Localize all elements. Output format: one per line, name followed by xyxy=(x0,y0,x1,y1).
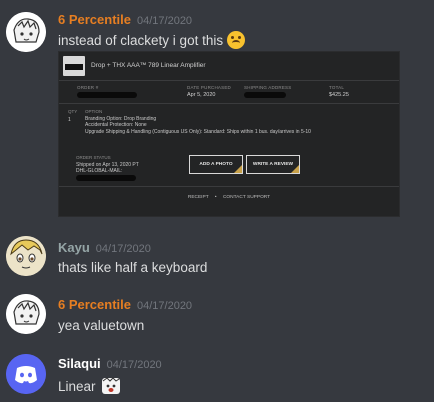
date-value: Apr 5, 2020 xyxy=(187,92,216,98)
total-col: TOTAL $425.25 xyxy=(329,85,349,98)
order-number-col: ORDER # xyxy=(77,85,137,100)
username[interactable]: 6 Percentile 04/17/2020 xyxy=(58,12,192,27)
option-col: OPTION Branding Option: Drop Branding Ac… xyxy=(85,109,311,135)
qty-value: 1 xyxy=(68,117,71,123)
date-label: DATE PURCHASED xyxy=(187,85,231,90)
timestamp: 04/17/2020 xyxy=(95,243,151,255)
footer-separator: • xyxy=(214,195,217,200)
order-header: Drop + THX AAA™ 789 Linear Amplifier xyxy=(59,52,399,81)
timestamp: 04/17/2020 xyxy=(137,300,193,312)
date-col: DATE PURCHASED Apr 5, 2020 xyxy=(187,85,231,98)
redacted-address xyxy=(244,92,286,98)
shipping-label: SHIPPING ADDRESS xyxy=(244,85,292,90)
message-3: 6 Percentile 04/17/2020 yea valuetown xyxy=(0,293,434,345)
add-photo-button[interactable]: ADD A PHOTO xyxy=(189,155,243,174)
message-text-content: Linear xyxy=(58,379,96,394)
total-value: $425.25 xyxy=(329,92,349,98)
order-footer: RECEIPT • CONTACT SUPPORT xyxy=(59,195,399,200)
anime-face-avatar[interactable] xyxy=(6,236,46,276)
redacted-order-number xyxy=(77,92,137,98)
message-text-content: instead of clackety i got this xyxy=(58,33,224,48)
amplifier-image xyxy=(63,56,85,76)
qty-label: QTY xyxy=(68,109,78,114)
message-text: instead of clackety i got this xyxy=(58,31,246,49)
anime-girl-avatar[interactable] xyxy=(6,12,46,52)
product-title: Drop + THX AAA™ 789 Linear Amplifier xyxy=(91,62,206,69)
message-text: yea valuetown xyxy=(58,318,145,333)
custom-face-emoji[interactable] xyxy=(101,377,121,395)
username-label[interactable]: Silaqui xyxy=(58,356,101,371)
username-label[interactable]: 6 Percentile xyxy=(58,12,131,27)
username[interactable]: 6 Percentile 04/17/2020 xyxy=(58,297,192,312)
receipt-link[interactable]: RECEIPT xyxy=(188,195,209,200)
username-label[interactable]: Kayu xyxy=(58,240,90,255)
message-1: 6 Percentile 04/17/2020 instead of clacke… xyxy=(0,0,434,235)
total-label: TOTAL xyxy=(329,85,345,90)
order-status: ORDER STATUS Shipped on Apr 13, 2020 PT … xyxy=(76,155,139,183)
message-2: Kayu 04/17/2020 thats like half a keyboar… xyxy=(0,236,434,288)
timestamp: 04/17/2020 xyxy=(137,15,193,27)
message-text: Linear xyxy=(58,377,121,395)
timestamp: 04/17/2020 xyxy=(106,359,162,371)
order-screenshot[interactable]: Drop + THX AAA™ 789 Linear Amplifier ORD… xyxy=(58,51,400,217)
write-review-button[interactable]: WRITE A REVIEW xyxy=(246,155,300,174)
username[interactable]: Silaqui 04/17/2020 xyxy=(58,356,162,371)
username[interactable]: Kayu 04/17/2020 xyxy=(58,240,151,255)
divider xyxy=(59,103,399,104)
username-label[interactable]: 6 Percentile xyxy=(58,297,131,312)
shipping-col: SHIPPING ADDRESS xyxy=(244,85,291,100)
order-number-label: ORDER # xyxy=(77,85,99,90)
message-text: thats like half a keyboard xyxy=(58,260,208,275)
discord-logo-avatar[interactable] xyxy=(6,354,46,394)
qty-col: QTY 1 xyxy=(68,109,77,123)
contact-support-link[interactable]: CONTACT SUPPORT xyxy=(223,195,270,200)
redacted-tracking xyxy=(76,174,136,181)
option-line: Upgrade Shipping & Handling (Contiguous … xyxy=(85,128,311,135)
upside-down-face-emoji[interactable] xyxy=(227,31,246,49)
anime-girl-avatar[interactable] xyxy=(6,294,46,334)
divider xyxy=(59,186,399,187)
message-4: Silaqui 04/17/2020 Linear xyxy=(0,350,434,402)
